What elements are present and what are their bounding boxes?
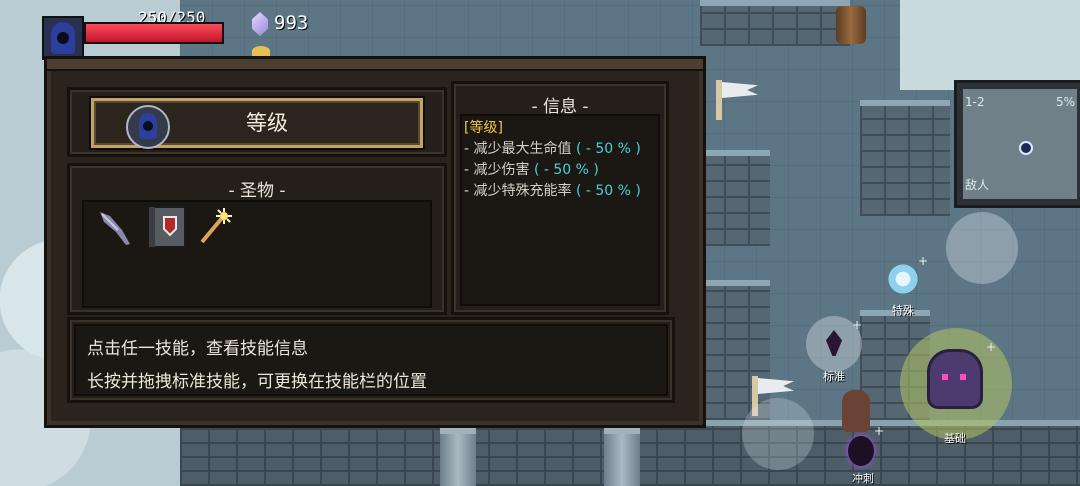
- gem-count: 993: [274, 12, 309, 34]
- minimap-enemy-label: 敌人: [965, 178, 990, 192]
- eye-icon: [960, 374, 966, 380]
- dash-skill-label: 冲刺: [852, 472, 874, 485]
- tip-text: 点击任一技能，查看技能信息 长按并拖拽标准技能，可更换在技能栏的位置: [87, 333, 427, 399]
- info-item-value: ( - 50 % ): [575, 183, 641, 199]
- minimap[interactable]: 1-2 5% 敌人: [954, 80, 1080, 208]
- info-item-text: - 减少伤害: [464, 162, 534, 178]
- stone-wall: [860, 100, 950, 216]
- level-button-label: 等级: [246, 111, 288, 135]
- special-skill-button[interactable]: [886, 262, 920, 296]
- stone-pillar: [440, 426, 476, 486]
- relics-grid: [82, 200, 432, 308]
- stone-wall: [700, 0, 850, 46]
- wizard-hood-icon: [51, 22, 75, 54]
- info-item-value: ( - 50 % ): [575, 141, 641, 157]
- feather-quill-icon[interactable]: [96, 208, 136, 248]
- info-box: - 信息 - [等级] - 减少最大生命值 ( - 50 % ) - 减少伤害 …: [451, 81, 669, 315]
- tip-line-1: 点击任一技能，查看技能信息: [87, 339, 308, 359]
- dash-ring: [742, 398, 814, 470]
- basic-skill-label: 基础: [944, 432, 966, 445]
- info-item-text: - 减少最大生命值: [464, 141, 576, 157]
- dash-skill-button[interactable]: [848, 436, 874, 466]
- info-lines: [等级] - 减少最大生命值 ( - 50 % ) - 减少伤害 ( - 50 …: [464, 118, 641, 202]
- magic-wand-icon[interactable]: [196, 206, 236, 246]
- eye-icon: [942, 374, 948, 380]
- relics-title: - 圣物 -: [228, 181, 286, 201]
- hp-bar-fill: [86, 24, 222, 42]
- sparkle-icon: +: [874, 424, 885, 438]
- standard-skill-label: 标准: [823, 370, 845, 383]
- skill-info-panel: 等级 - 圣物 - - 信息 - [等级] - 减少最大生命值 ( - 50 %…: [44, 56, 706, 428]
- player-portrait: [42, 16, 84, 60]
- info-item: - 减少特殊充能率 ( - 50 % ): [464, 181, 641, 202]
- info-heading: [等级]: [464, 120, 503, 136]
- player-marker-icon: [1019, 141, 1033, 155]
- stone-pillar: [604, 426, 640, 486]
- banner-flag: [716, 80, 722, 120]
- info-item: - 减少伤害 ( - 50 % ): [464, 160, 641, 181]
- info-item-text: - 减少特殊充能率: [464, 183, 576, 199]
- relics-box: - 圣物 -: [67, 163, 447, 315]
- gold-coin-icon: [252, 46, 270, 56]
- cloud-sky-right: [900, 0, 1080, 90]
- stone-wall: [700, 150, 770, 246]
- hp-bar: [84, 22, 224, 44]
- shadow-flame-icon: [826, 330, 842, 356]
- vase-icon: [842, 390, 870, 432]
- level-button[interactable]: 等级: [91, 98, 423, 149]
- spellbook-icon[interactable]: [146, 204, 188, 250]
- panel-top-bar: [47, 59, 703, 71]
- level-box: 等级: [67, 87, 447, 157]
- info-item-value: ( - 50 % ): [533, 162, 599, 178]
- minimap-level: 1-2: [965, 95, 985, 109]
- player-wizard-icon: [930, 352, 980, 406]
- sparkle-icon: +: [986, 340, 997, 354]
- wooden-barrel: [836, 6, 866, 44]
- minimap-percent: 5%: [1055, 95, 1075, 109]
- special-skill-label: 特殊: [892, 304, 914, 317]
- tip-line-2: 长按并拖拽标准技能，可更换在技能栏的位置: [87, 372, 427, 392]
- sparkle-icon: +: [918, 254, 929, 268]
- sparkle-icon: +: [852, 318, 863, 332]
- info-item: - 减少最大生命值 ( - 50 % ): [464, 139, 641, 160]
- joystick-ghost[interactable]: [946, 212, 1018, 284]
